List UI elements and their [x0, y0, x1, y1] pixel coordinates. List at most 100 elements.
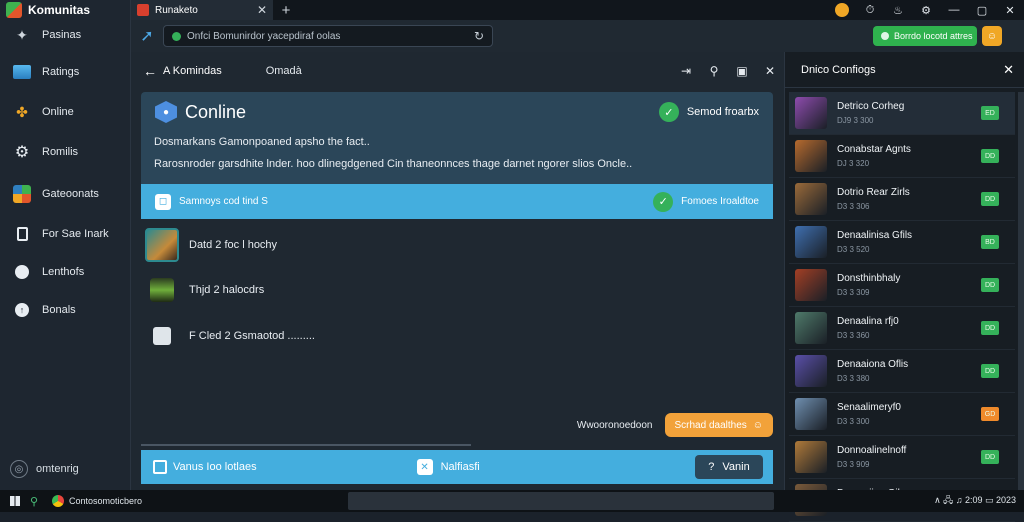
- avatar: [795, 441, 827, 473]
- start-menu-icon[interactable]: [0, 496, 30, 506]
- contact-name: Dotrio Rear Zirls: [837, 187, 910, 198]
- sidebar-item-for-sae-inark[interactable]: For Sae Inark: [0, 216, 130, 252]
- collapse-icon[interactable]: ⇥: [672, 52, 700, 90]
- contact-item[interactable]: Denaalinisa Gfils D3 3 520 BD: [789, 221, 1015, 264]
- status-badge: DD: [981, 278, 999, 292]
- status-ok: ✓ Semod froarbx: [658, 102, 759, 122]
- contact-subtitle: D3 3 909: [837, 460, 870, 469]
- search-icon[interactable]: ⚲: [700, 52, 728, 90]
- contact-item[interactable]: Senaalimeryf0 D3 3 300 GD: [789, 393, 1015, 436]
- status-badge: DD: [981, 364, 999, 378]
- bottom-left-label[interactable]: Vanus Ioo lotlaes: [173, 461, 257, 473]
- taskbar-app[interactable]: Contosomoticbero: [52, 495, 142, 507]
- address-bar: ➚ Onfci Bomunirdor yacepdiraf oolas ↻ Bo…: [131, 20, 1024, 52]
- list-thumbnail: [150, 278, 174, 302]
- contact-item[interactable]: Denaalina rfj0 D3 3 360 DD: [789, 307, 1015, 350]
- close-icon[interactable]: ✕: [1003, 62, 1014, 78]
- system-tray[interactable]: ∧ 🖧 ♫ 2:09 ▭ 2023: [934, 493, 1016, 509]
- os-taskbar: ⚲ Contosomoticbero ∧ 🖧 ♫ 2:09 ▭ 2023: [0, 490, 1024, 512]
- close-window-icon[interactable]: ✕: [996, 0, 1024, 20]
- contact-item[interactable]: Conabstar Agnts DJ 3 320 DD: [789, 135, 1015, 178]
- status-description: Dosmarkans Gamonpoaned apsho the fact..: [154, 136, 370, 148]
- contact-item[interactable]: Detrico Corheg DJ9 3 300 ED: [789, 92, 1015, 135]
- sidebar-item-bonals[interactable]: ↑ Bonals: [0, 292, 130, 328]
- status-badge: ED: [981, 106, 999, 120]
- grid-icon: [153, 460, 167, 474]
- breadcrumb-secondary[interactable]: Omadà: [266, 65, 302, 77]
- info-bar: ◻ Samnoys cod tind S ✓ Fomoes Iroaldtoe: [141, 184, 773, 219]
- avatar: [795, 140, 827, 172]
- bottom-mid[interactable]: ✕ Nalfiasfi: [416, 459, 480, 475]
- sidebar-item-label: For Sae Inark: [42, 228, 109, 240]
- contact-subtitle: D3 3 360: [837, 331, 870, 340]
- browser-tab[interactable]: Runaketo ✕: [131, 0, 273, 20]
- url-text: Onfci Bomunirdor yacepdiraf oolas: [187, 30, 341, 42]
- tray-text: ∧ 🖧 ♫ 2:09 ▭ 2023: [934, 495, 1016, 505]
- breadcrumb[interactable]: A Komindas: [163, 65, 222, 77]
- tab-close-icon[interactable]: ✕: [257, 3, 267, 17]
- contact-item[interactable]: Dotrio Rear Zirls D3 3 306 DD: [789, 178, 1015, 221]
- search-icon[interactable]: ⚲: [30, 495, 46, 508]
- contact-item[interactable]: Donsthinbhaly D3 3 309 DD: [789, 264, 1015, 307]
- timer-icon[interactable]: ⏱: [856, 0, 884, 20]
- horizontal-scrollbar[interactable]: [141, 444, 471, 446]
- contact-name: Denaalinisa Gfils: [837, 230, 913, 241]
- connect-button[interactable]: Borrdo locotd attres: [873, 26, 977, 46]
- hexagon-badge-icon: ●: [155, 101, 177, 123]
- browser-tab-strip: Runaketo ✕ + ⏱ ♨ ⚙ — ▢ ✕: [131, 0, 1024, 20]
- help-button[interactable]: ? Vanin: [695, 455, 763, 479]
- contacts-scrollbar[interactable]: [1018, 92, 1024, 490]
- panel-footer: Wwooronoedoon Scrhad daalthes ☺: [141, 402, 773, 448]
- sidebar-item-online[interactable]: ✤ Online: [0, 94, 130, 130]
- tab-title: Runaketo: [155, 4, 198, 16]
- sidebar-item-label: Lenthofs: [42, 266, 85, 278]
- sidebar-item-ratings[interactable]: Ratings: [0, 54, 130, 90]
- sidebar-item-gateoonats[interactable]: Gateoonats: [0, 176, 130, 212]
- list-item[interactable]: Datd 2 foc l hochy: [145, 228, 277, 262]
- list-item[interactable]: F Cled 2 Gsmaotod .........: [145, 327, 315, 345]
- contact-text: Denaaiona Oflis D3 3 380: [837, 359, 908, 383]
- search-button-label: Scrhad daalthes: [674, 419, 747, 431]
- reload-icon[interactable]: ↻: [474, 29, 484, 43]
- new-tab-button[interactable]: +: [273, 2, 299, 19]
- bell-icon: [12, 262, 32, 282]
- profile-sun-icon[interactable]: [828, 0, 856, 20]
- status-badge: BD: [981, 235, 999, 249]
- status-title-text: Conline: [185, 101, 247, 122]
- app-sidebar: Komunitas ✦ Pasinas Ratings ✤ Online ⚙ R…: [0, 0, 131, 490]
- maximize-icon[interactable]: ▢: [968, 0, 996, 20]
- avatar: [795, 269, 827, 301]
- panel-actions: ⇥ ⚲ ▣ ✕: [672, 52, 784, 90]
- taskbar-active-window[interactable]: [348, 492, 774, 510]
- minimize-icon[interactable]: —: [940, 0, 968, 20]
- info-bar-status: ✓ Fomoes Iroaldtoe: [653, 191, 759, 212]
- flame-icon[interactable]: ♨: [884, 0, 912, 20]
- sidebar-item-label: Romilis: [42, 146, 79, 158]
- list-item-label: F Cled 2 Gsmaotod .........: [189, 330, 315, 342]
- sidebar-footer[interactable]: ◎ omtenrig: [10, 460, 79, 478]
- url-field[interactable]: Onfci Bomunirdor yacepdiraf oolas ↻: [163, 25, 493, 47]
- contact-item[interactable]: Denaaiona Oflis D3 3 380 DD: [789, 350, 1015, 393]
- status-ok-text: Semod froarbx: [686, 106, 759, 118]
- extension-icon[interactable]: ☺: [982, 26, 1002, 46]
- main-panel: ← A Komindas Omadà ⇥ ⚲ ▣ ✕ ● Conline ✓ S…: [131, 52, 784, 490]
- list-item[interactable]: Thjd 2 halocdrs: [145, 278, 264, 302]
- list-item-label: Datd 2 foc l hochy: [189, 239, 278, 251]
- window-icon[interactable]: ▣: [728, 52, 756, 90]
- contact-item[interactable]: Donnoalinelnoff D3 3 909 DD: [789, 436, 1015, 479]
- navigation-arrow-icon[interactable]: ➚: [131, 26, 163, 46]
- close-icon[interactable]: ✕: [756, 52, 784, 90]
- sidebar-item-lenthofs[interactable]: Lenthofs: [0, 254, 130, 290]
- sidebar-item-pasinas[interactable]: ✦ Pasinas: [0, 22, 130, 48]
- game-icon: [12, 184, 32, 204]
- avatar: [795, 355, 827, 387]
- contacts-header: Dnico Confiogs ✕: [785, 52, 1024, 88]
- contacts-list: Detrico Corheg DJ9 3 300 ED Conabstar Agnts…: [789, 92, 1015, 522]
- app-logo-icon: [6, 2, 22, 18]
- footer-link[interactable]: Wwooronoedoon: [577, 420, 653, 431]
- search-button[interactable]: Scrhad daalthes ☺: [664, 413, 773, 437]
- sidebar-item-romilis[interactable]: ⚙ Romilis: [0, 134, 130, 170]
- avatar: [795, 97, 827, 129]
- settings-icon[interactable]: ⚙: [912, 0, 940, 20]
- back-arrow-icon[interactable]: ←: [143, 63, 157, 79]
